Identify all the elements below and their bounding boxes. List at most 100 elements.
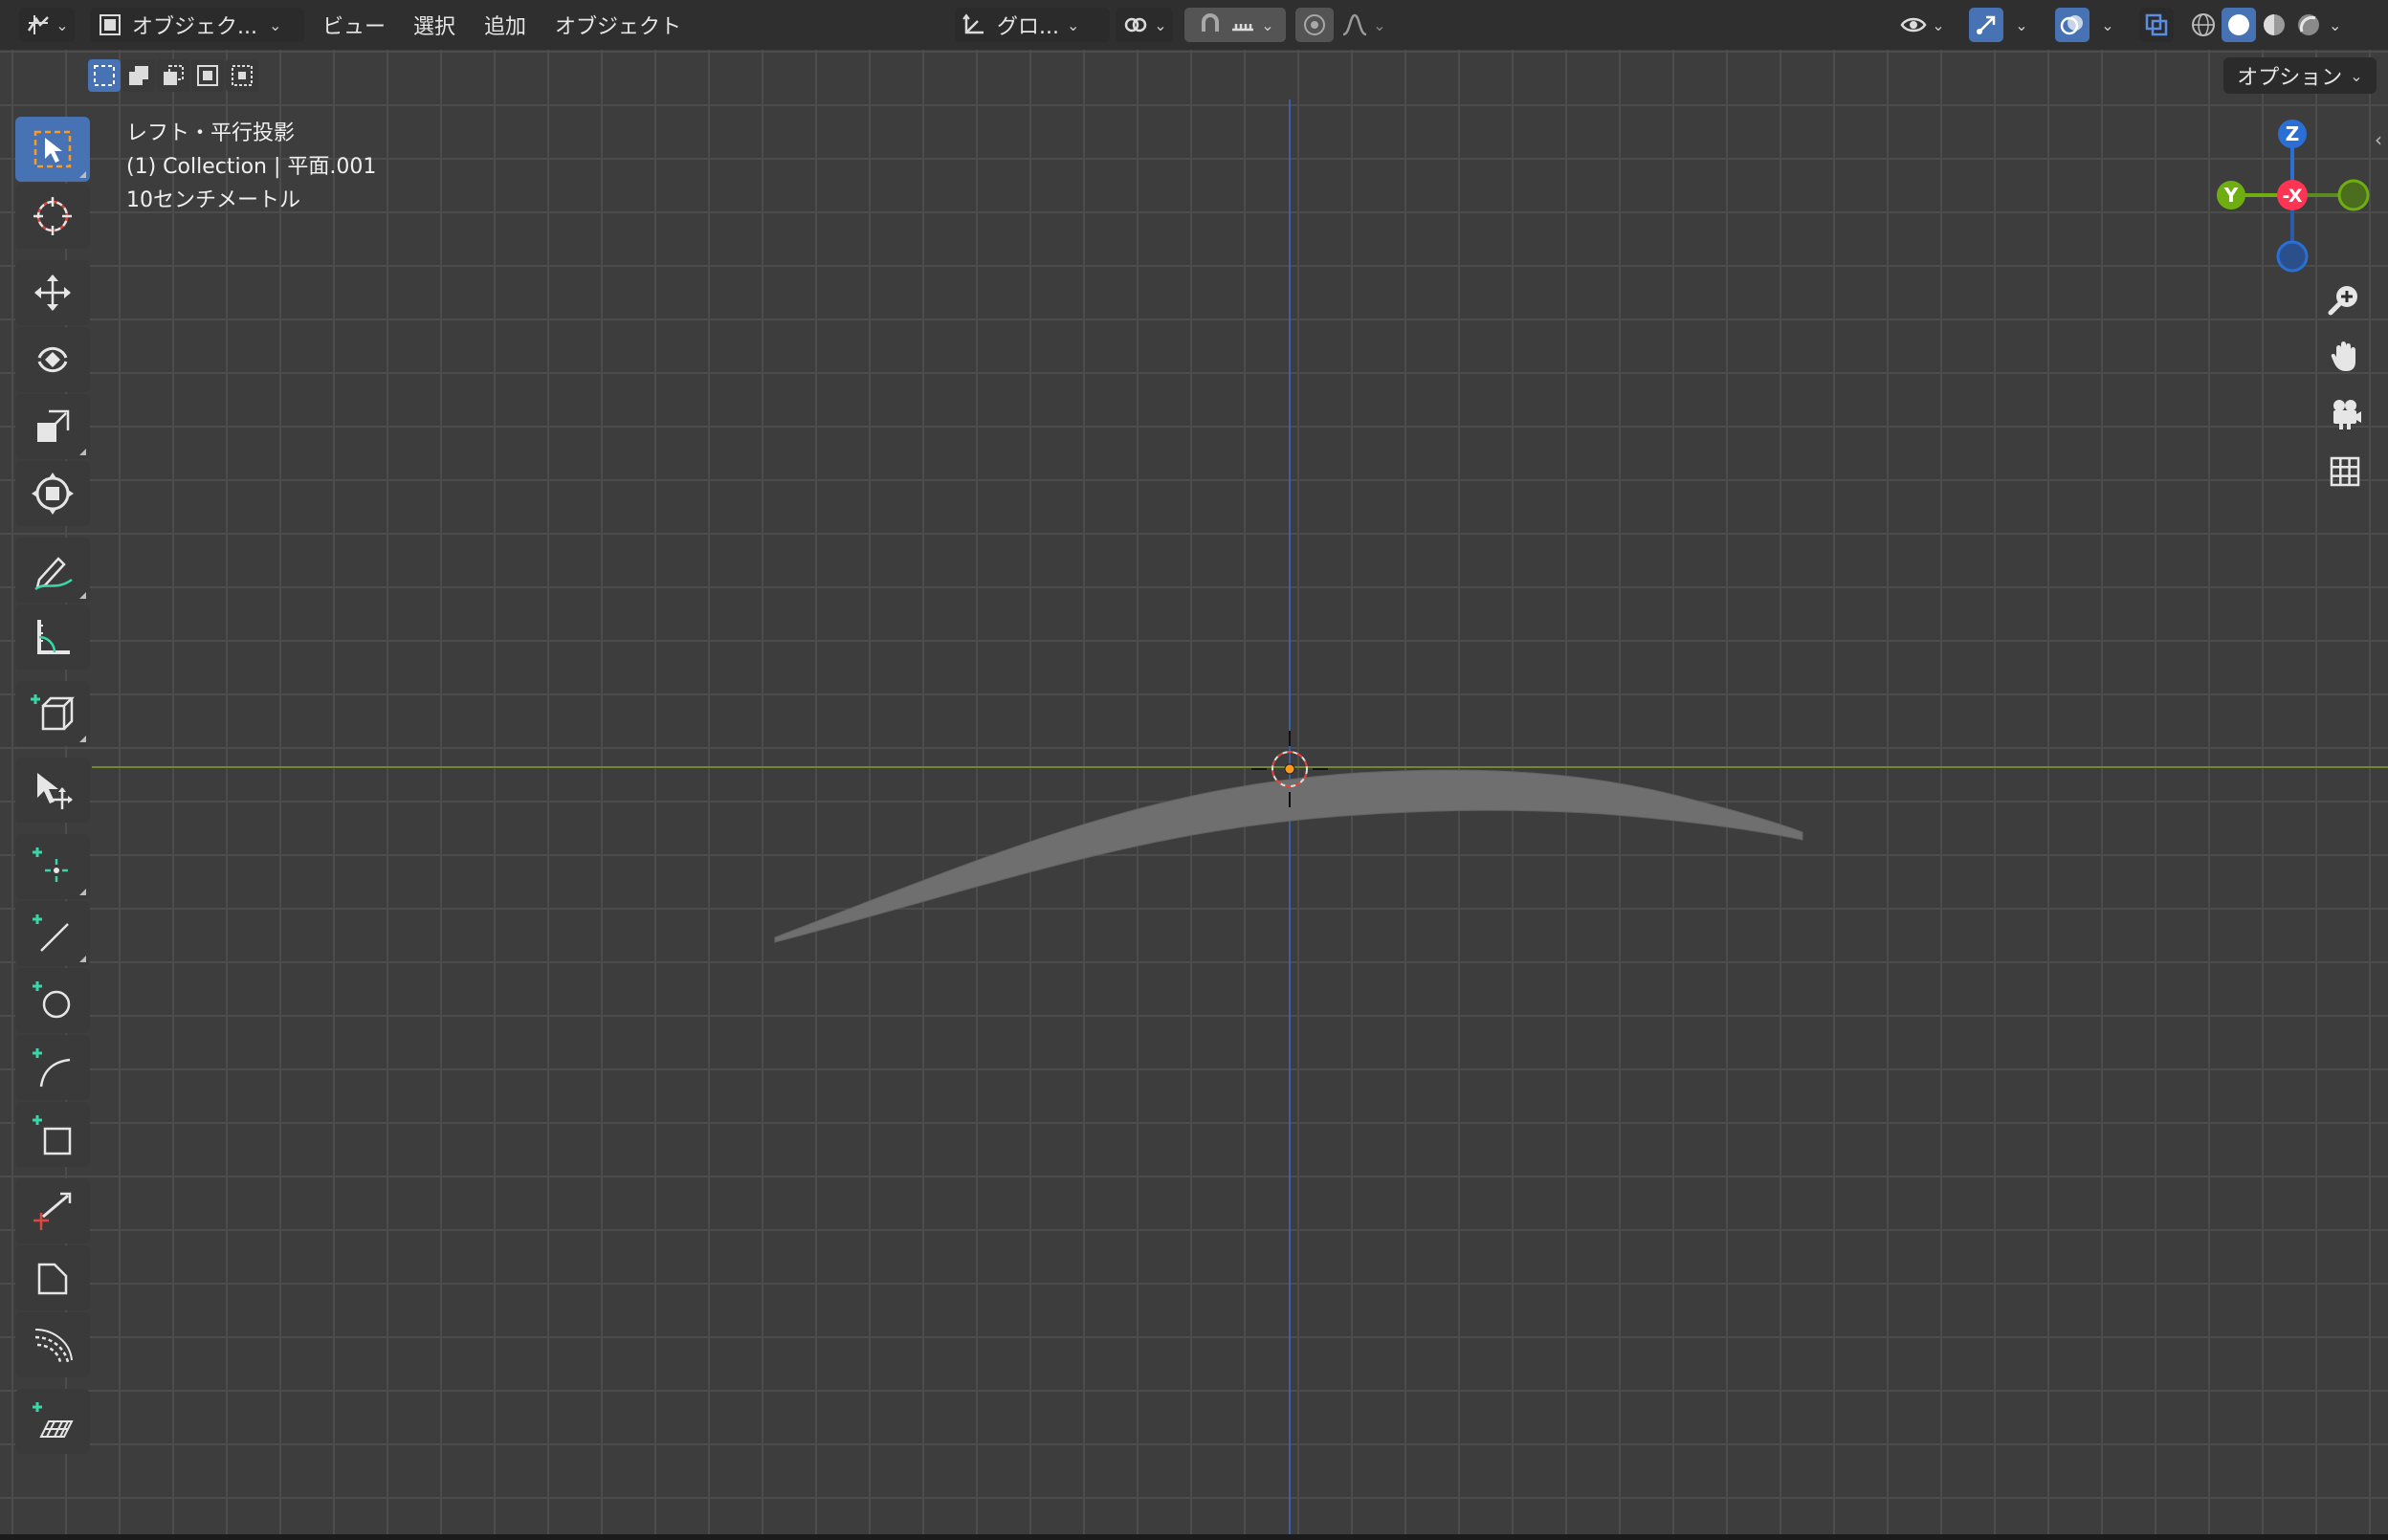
svg-text:Y: Y: [2223, 184, 2239, 207]
menu-add[interactable]: 追加: [476, 8, 534, 42]
zoom-button[interactable]: [2321, 275, 2369, 323]
3d-viewport[interactable]: [0, 50, 2388, 1534]
tool-add-line[interactable]: [15, 901, 90, 966]
select-intersect-mode[interactable]: [226, 59, 258, 92]
snap-increment-icon: [1232, 24, 1254, 32]
tool-add-rectangle[interactable]: [15, 1102, 90, 1167]
viewport-info: レフト・平行投影 (1) Collection | 平面.001 10センチメー…: [126, 117, 376, 217]
tool-select-box[interactable]: [15, 117, 90, 182]
hand-icon: [2331, 341, 2355, 371]
measure-icon: [37, 620, 70, 654]
spin-icon: [34, 1329, 73, 1363]
overlays-toggle-button[interactable]: [2055, 8, 2090, 42]
select-extend-mode[interactable]: [122, 59, 155, 92]
camera-icon: [2333, 400, 2361, 429]
tool-measure[interactable]: [15, 605, 90, 670]
orientation-dropdown[interactable]: グロ... ⌄: [955, 8, 1110, 42]
material-shading-icon[interactable]: [2260, 11, 2288, 39]
tool-add-cube[interactable]: [15, 681, 90, 746]
tool-scale[interactable]: [15, 394, 90, 459]
rendered-shading-icon[interactable]: [2294, 11, 2323, 39]
camera-view-button[interactable]: [2321, 390, 2369, 438]
select-invert-icon: [197, 65, 218, 86]
menu-select[interactable]: 選択: [406, 8, 463, 42]
gizmo-arrow-icon: [1977, 15, 1996, 34]
svg-text:Z: Z: [2286, 122, 2300, 145]
overlays-icon: [2060, 15, 2083, 35]
proportional-edit-icon: [1304, 14, 1325, 35]
add-line-icon: [33, 914, 69, 952]
cursor-icon: [33, 197, 72, 235]
select-new-icon: [94, 65, 115, 86]
gizmo-dropdown[interactable]: ⌄: [2007, 8, 2032, 42]
selection-mode-group: [88, 59, 258, 94]
xray-icon: [2145, 13, 2168, 36]
viewport-header: ⌄ オブジェク... ⌄ ビュー 選択 追加 オブジェクト グロ... ⌄ ⌄: [0, 0, 2388, 50]
transform-orientation-icon: [962, 13, 984, 34]
mode-label: オブジェク...: [132, 15, 257, 39]
rotate-icon: [37, 346, 68, 373]
xray-toggle-button[interactable]: [2139, 8, 2174, 42]
tool-bevel[interactable]: [15, 1245, 90, 1310]
tool-move-select[interactable]: [15, 758, 90, 823]
proportional-editing-button[interactable]: [1295, 8, 1334, 42]
perspective-toggle-button[interactable]: [2321, 448, 2369, 495]
select-subtract-mode[interactable]: [157, 59, 189, 92]
gizmo-neg-y-handle: [2337, 179, 2370, 211]
eye-visibility-icon: [1900, 17, 1927, 33]
falloff-curve-icon: [1342, 13, 1367, 36]
overlays-dropdown[interactable]: ⌄: [2093, 8, 2118, 42]
tool-add-vertex[interactable]: [15, 834, 90, 899]
add-vertex-icon: [33, 847, 68, 882]
visibility-dropdown[interactable]: ⌄: [1894, 8, 1950, 42]
tool-add-arc[interactable]: [15, 1035, 90, 1100]
options-dropdown[interactable]: オプション ⌄: [2223, 57, 2377, 94]
navigation-gizmo[interactable]: Z Y -X: [2200, 113, 2373, 285]
collection-info-text: (1) Collection | 平面.001: [126, 155, 377, 179]
sidebar-toggle-arrow[interactable]: ‹: [2375, 128, 2382, 151]
snapping-group[interactable]: ⌄: [1184, 8, 1286, 42]
tool-annotate[interactable]: [15, 538, 90, 603]
pan-button[interactable]: [2321, 333, 2369, 381]
tool-rotate[interactable]: [15, 327, 90, 392]
grid-scale-text: 10センチメートル: [126, 188, 300, 212]
viewport-scene: [92, 99, 2388, 1534]
tool-move[interactable]: [15, 260, 90, 325]
tool-add-circle[interactable]: [15, 968, 90, 1033]
view-name-text: レフト・平行投影: [126, 121, 296, 145]
tool-add-grid[interactable]: [15, 1389, 90, 1454]
object-mode-icon: [100, 14, 121, 35]
solid-shading-icon: [2228, 14, 2249, 35]
add-rectangle-icon: [33, 1115, 72, 1155]
magnet-icon: [1202, 13, 1220, 32]
add-arc-icon: [33, 1048, 71, 1088]
knife-icon: [33, 1192, 72, 1230]
add-circle-icon: [33, 981, 71, 1019]
solid-shading-button[interactable]: [2222, 8, 2256, 42]
tool-knife[interactable]: [15, 1178, 90, 1243]
pivot-link-icon: [1125, 17, 1147, 33]
zoom-magnifier-icon: [2328, 286, 2357, 316]
proportional-falloff-dropdown[interactable]: ⌄: [1338, 8, 1389, 42]
add-cube-icon: [31, 694, 76, 731]
add-grid-icon: [33, 1402, 74, 1438]
select-new-mode[interactable]: [88, 59, 121, 92]
grid-ortho-icon: [2330, 456, 2360, 487]
tool-transform[interactable]: [15, 461, 90, 526]
gizmo-toggle-button[interactable]: [1969, 8, 2003, 42]
annotate-icon: [34, 557, 73, 591]
tool-cursor[interactable]: [15, 184, 90, 249]
wireframe-shading-icon[interactable]: [2189, 11, 2218, 39]
bevel-icon: [37, 1263, 68, 1295]
gizmo-neg-z-handle: [2276, 240, 2309, 273]
menu-view[interactable]: ビュー: [320, 8, 388, 42]
svg-text:-X: -X: [2283, 186, 2303, 207]
move-icon: [34, 275, 71, 311]
editor-type-button[interactable]: ⌄: [19, 8, 75, 42]
menu-object[interactable]: オブジェクト: [549, 8, 687, 42]
select-invert-mode[interactable]: [191, 59, 224, 92]
mode-dropdown[interactable]: オブジェク... ⌄: [90, 8, 304, 42]
tool-spin[interactable]: [15, 1312, 90, 1377]
editor-type-icon: [28, 15, 50, 34]
pivot-point-dropdown[interactable]: ⌄: [1116, 8, 1173, 42]
